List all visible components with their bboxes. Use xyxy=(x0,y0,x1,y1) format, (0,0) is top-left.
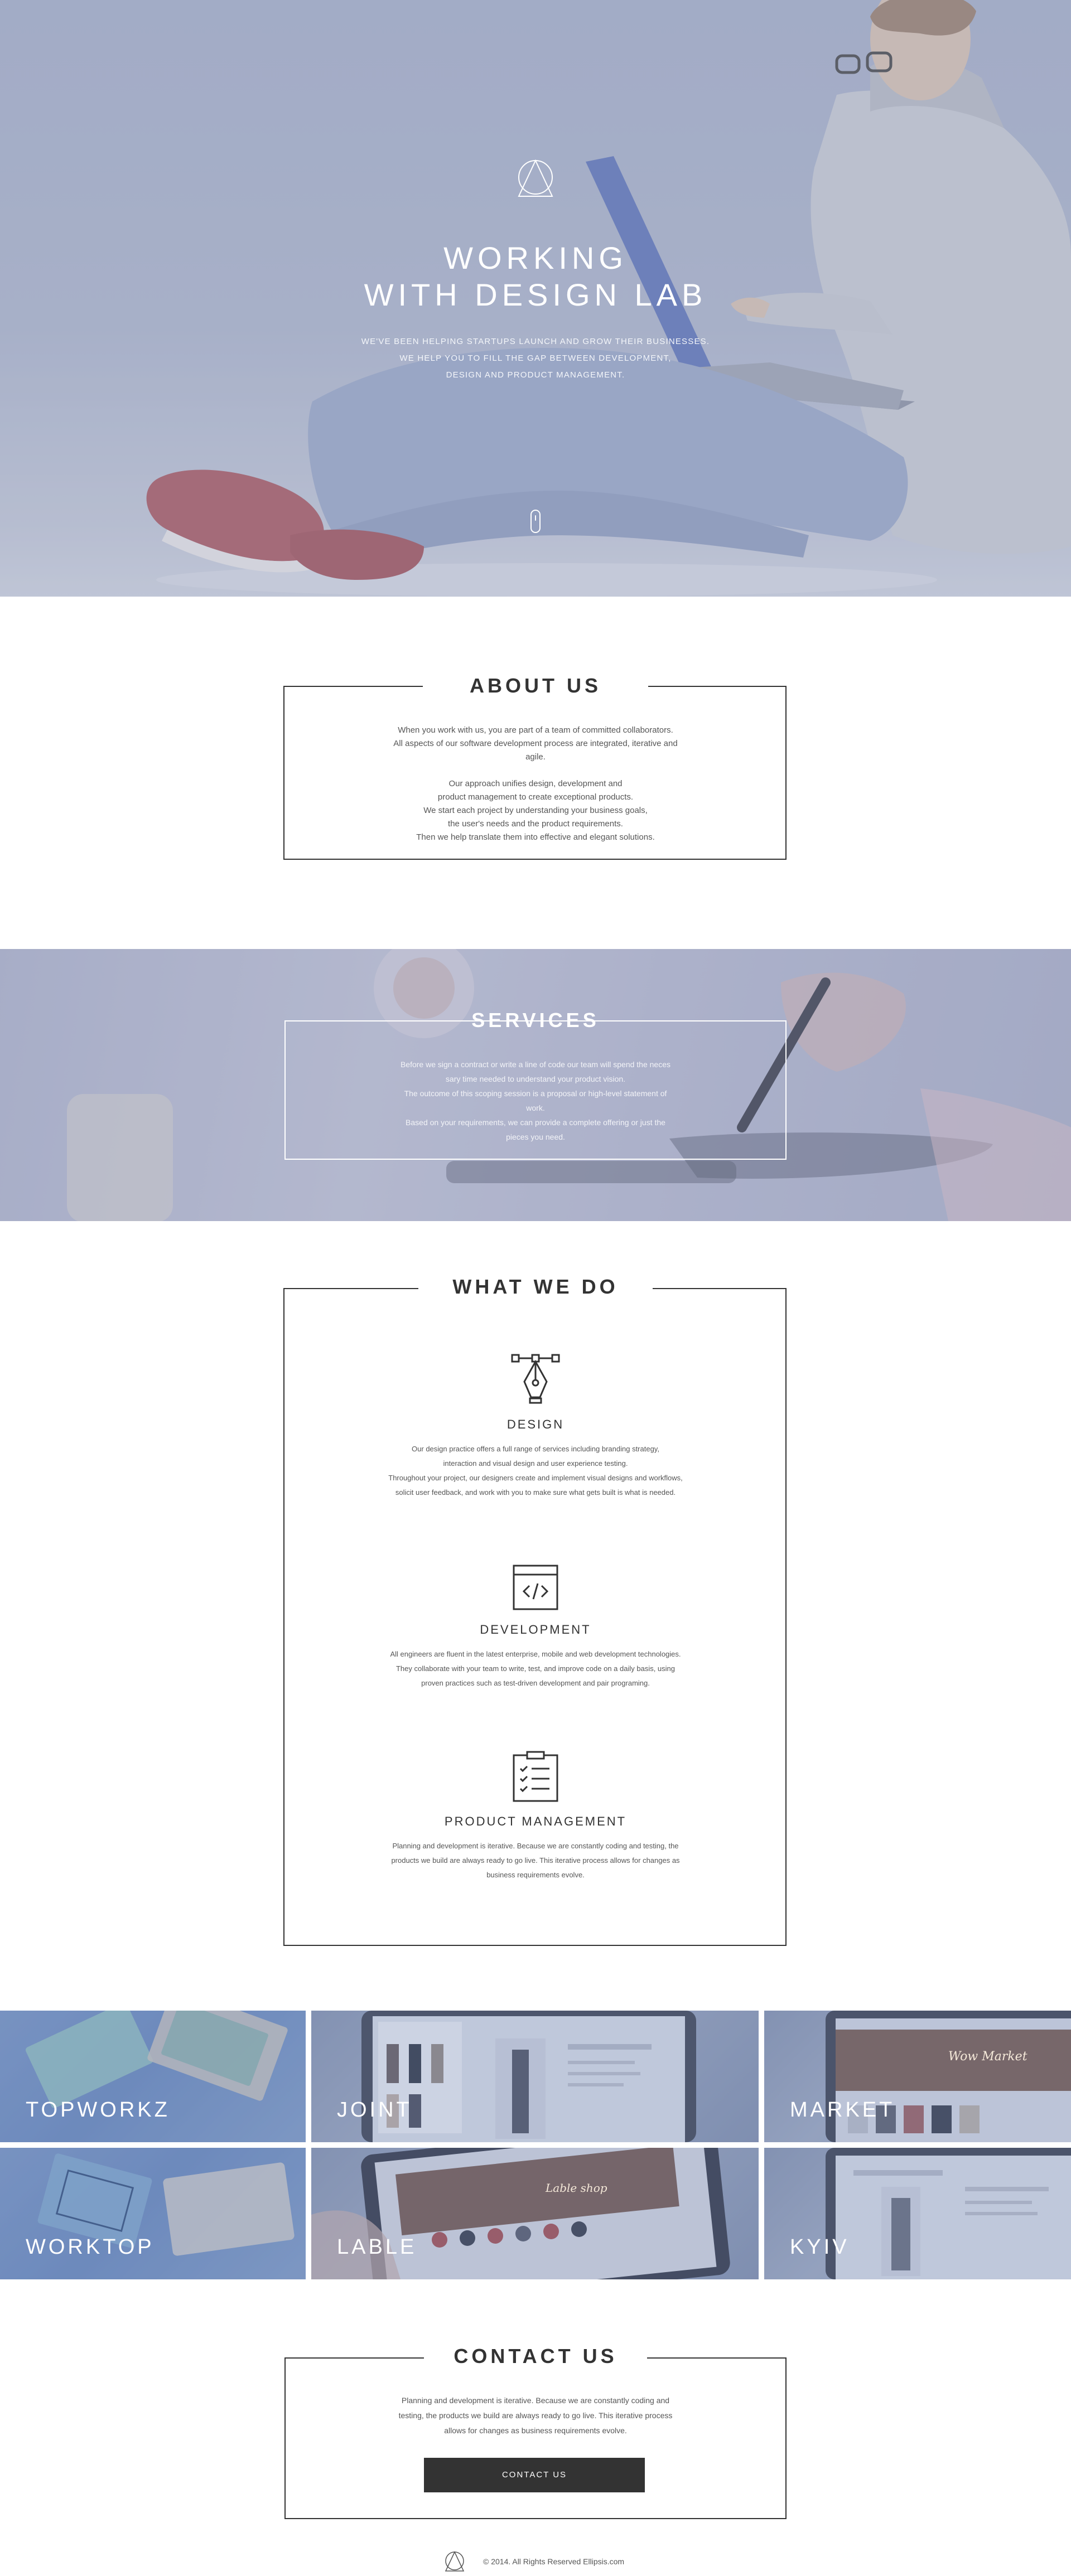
hero-section: WORKING WITH DESIGN LAB WE'VE BEEN HELPI… xyxy=(0,0,1071,597)
services-line: The outcome of this scoping session is a… xyxy=(404,1089,667,1098)
contact-title: CONTACT US xyxy=(424,2343,647,2370)
clipboard-checklist-icon xyxy=(513,1751,558,1802)
tile-label: KYIV xyxy=(790,2235,850,2259)
portfolio-tile-market[interactable]: Wow Market MARKET xyxy=(764,2011,1071,2142)
service-description: Our design practice offers a full range … xyxy=(286,1442,785,1500)
copyright-text: © 2014. All Rights Reserved Ellipsis.com xyxy=(483,2557,625,2566)
contact-us-button[interactable]: CONTACT US xyxy=(424,2458,645,2492)
tile-overlay xyxy=(0,2148,306,2279)
contact-line: Planning and development is iterative. B… xyxy=(401,2396,670,2405)
services-section: SERVICES Before we sign a contract or wr… xyxy=(0,949,1071,1221)
tile-overlay xyxy=(311,2011,759,2142)
service-line: Our design practice offers a full range … xyxy=(412,1445,659,1453)
hero-subtitle-line2: WE HELP YOU TO FILL THE GAP BETWEEN DEVE… xyxy=(399,354,672,363)
service-line: business requirements evolve. xyxy=(486,1871,585,1879)
about-line: When you work with us, you are part of a… xyxy=(398,725,673,735)
service-development: DEVELOPMENT All engineers are fluent in … xyxy=(286,1565,785,1691)
tile-label: MARKET xyxy=(790,2098,895,2122)
services-line: Based on your requirements, we can provi… xyxy=(406,1118,665,1127)
services-line: Before we sign a contract or write a lin… xyxy=(400,1060,671,1069)
service-line: solicit user feedback, and work with you… xyxy=(395,1488,676,1497)
contact-frame xyxy=(284,2357,787,2519)
lable-screen-text: Lable shop xyxy=(546,2181,607,2195)
tile-overlay xyxy=(764,2011,1071,2142)
about-line: product management to create exceptional… xyxy=(437,792,634,802)
service-line: interaction and visual design and user e… xyxy=(443,1459,628,1468)
tile-label: JOINT xyxy=(337,2098,412,2122)
contact-text: Planning and development is iterative. B… xyxy=(357,2393,714,2438)
pen-tool-icon xyxy=(511,1354,560,1404)
about-line: Our approach unifies design, development… xyxy=(448,779,623,788)
triangle-circle-logo-icon xyxy=(445,2551,465,2572)
about-line: Then we help translate them into effecti… xyxy=(416,832,655,842)
portfolio-tile-lable[interactable]: Lable shop LABLE xyxy=(311,2148,759,2279)
footer: © 2014. All Rights Reserved Ellipsis.com xyxy=(0,2549,1071,2576)
about-line xyxy=(335,764,736,777)
services-line: pieces you need. xyxy=(506,1132,565,1141)
service-line: Planning and development is iterative. B… xyxy=(392,1842,679,1850)
tile-label: WORKTOP xyxy=(26,2235,155,2259)
tile-label: TOPWORKZ xyxy=(26,2098,170,2122)
portfolio-tile-joint[interactable]: JOINT xyxy=(311,2011,759,2142)
service-line: proven practices such as test-driven dev… xyxy=(421,1679,650,1687)
portfolio-tile-topworkz[interactable]: TOPWORKZ xyxy=(0,2011,306,2142)
about-line: agile. xyxy=(525,752,546,762)
about-line: All aspects of our software development … xyxy=(393,739,678,748)
what-we-do-title: WHAT WE DO xyxy=(418,1274,653,1300)
service-description: Planning and development is iterative. B… xyxy=(286,1839,785,1882)
service-product-management: PRODUCT MANAGEMENT Planning and developm… xyxy=(286,1751,785,1882)
tile-overlay xyxy=(0,2011,306,2142)
about-line: We start each project by understanding y… xyxy=(423,806,648,815)
mouse-scroll-icon[interactable] xyxy=(530,510,541,533)
service-heading: DEVELOPMENT xyxy=(480,1623,591,1636)
service-line: Throughout your project, our designers c… xyxy=(388,1474,683,1482)
triangle-circle-logo-icon xyxy=(518,159,553,197)
services-line: sary time needed to understand your prod… xyxy=(445,1074,626,1083)
service-line: products we build are always ready to go… xyxy=(391,1856,680,1865)
service-line: They collaborate with your team to write… xyxy=(395,1664,676,1673)
portfolio-tile-worktop[interactable]: WORKTOP xyxy=(0,2148,306,2279)
page: WORKING WITH DESIGN LAB WE'VE BEEN HELPI… xyxy=(0,0,1071,2576)
tile-label: LABLE xyxy=(337,2235,417,2259)
contact-line: testing, the products we build are alway… xyxy=(398,2411,673,2420)
tile-overlay xyxy=(764,2148,1071,2279)
hero-subtitle: WE'VE BEEN HELPING STARTUPS LAUNCH AND G… xyxy=(357,333,714,384)
market-screen-text: Wow Market xyxy=(948,2050,1027,2064)
service-heading: PRODUCT MANAGEMENT xyxy=(444,1814,627,1828)
services-text: Before we sign a contract or write a lin… xyxy=(357,1057,714,1144)
about-line: the user's needs and the product require… xyxy=(448,819,623,829)
contact-line: allows for changes as business requireme… xyxy=(444,2426,627,2435)
hero-title: WORKING WITH DESIGN LAB xyxy=(312,240,759,313)
tile-overlay xyxy=(311,2148,759,2279)
about-title: ABOUT US xyxy=(423,672,648,699)
service-description: All engineers are fluent in the latest e… xyxy=(286,1647,785,1691)
service-heading: DESIGN xyxy=(506,1417,565,1431)
services-line: work. xyxy=(526,1103,545,1112)
hero-title-line1: WORKING xyxy=(443,240,628,275)
hero-title-line2: WITH DESIGN LAB xyxy=(364,277,707,312)
hero-subtitle-line1: WE'VE BEEN HELPING STARTUPS LAUNCH AND G… xyxy=(361,337,710,346)
service-design: DESIGN Our design practice offers a full… xyxy=(286,1354,785,1500)
hero-subtitle-line3: DESIGN AND PRODUCT MANAGEMENT. xyxy=(446,370,625,380)
services-title: SERVICES xyxy=(471,1009,600,1032)
code-window-icon xyxy=(513,1565,558,1610)
service-line: All engineers are fluent in the latest e… xyxy=(390,1650,681,1658)
portfolio-tile-kyiv[interactable]: KYIV xyxy=(764,2148,1071,2279)
about-text: When you work with us, you are part of a… xyxy=(335,724,736,844)
